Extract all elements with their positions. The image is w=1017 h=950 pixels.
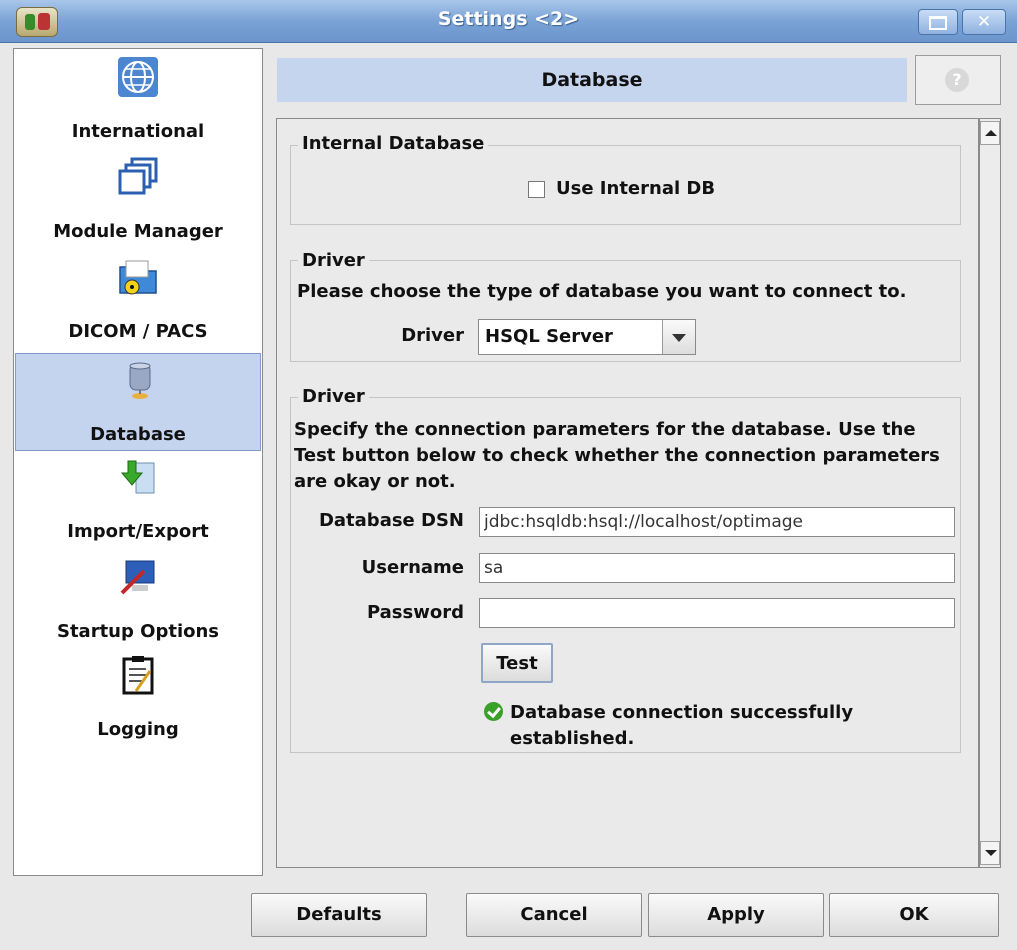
sidebar-item-import-export[interactable]: Import/Export <box>14 451 262 549</box>
import-export-icon <box>120 460 155 494</box>
close-button[interactable]: ✕ <box>962 9 1006 35</box>
sidebar-item-label: Module Manager <box>53 221 223 242</box>
windows-icon <box>118 157 158 195</box>
sidebar-item-label: International <box>71 121 205 142</box>
driver-description: Please choose the type of database you w… <box>297 281 907 302</box>
apply-button[interactable]: Apply <box>648 893 824 937</box>
username-input[interactable] <box>479 553 955 583</box>
sidebar-item-module-manager[interactable]: Module Manager <box>14 151 262 249</box>
sidebar-item-label: Import/Export <box>67 521 209 542</box>
use-internal-db-label: Use Internal DB <box>556 178 716 199</box>
monitor-icon <box>120 560 155 595</box>
driver-label: Driver <box>401 325 464 346</box>
sidebar-item-startup-options[interactable]: Startup Options <box>14 551 262 649</box>
sidebar-item-database[interactable]: Database <box>15 353 261 451</box>
sidebar-item-label: Logging <box>97 719 179 740</box>
check-circle-icon <box>484 702 503 721</box>
page-title: Database <box>277 58 907 102</box>
cancel-button[interactable]: Cancel <box>466 893 642 937</box>
maximize-button[interactable] <box>918 9 958 35</box>
username-label: Username <box>361 557 464 578</box>
driver-select[interactable]: HSQL Server <box>478 319 696 355</box>
database-icon <box>129 362 151 399</box>
close-icon: ✕ <box>976 12 992 32</box>
sidebar-item-logging[interactable]: Logging <box>14 649 262 747</box>
settings-sidebar: International Module Manager DICOM / PAC… <box>13 48 263 876</box>
clipboard-icon <box>122 656 154 695</box>
sidebar-item-dicom-pacs[interactable]: DICOM / PACS <box>14 251 262 349</box>
scroll-down-button[interactable] <box>980 841 1000 865</box>
password-input[interactable] <box>479 598 955 628</box>
test-connection-button[interactable]: Test <box>481 643 553 683</box>
sidebar-item-label: Database <box>90 424 186 445</box>
use-internal-db-checkbox[interactable] <box>528 181 545 198</box>
ok-button[interactable]: OK <box>829 893 999 937</box>
maximize-icon <box>929 16 947 30</box>
password-label: Password <box>366 602 464 623</box>
chevron-down-icon[interactable] <box>662 320 695 354</box>
folder-radiation-icon <box>119 260 157 295</box>
sidebar-item-label: Startup Options <box>56 621 220 642</box>
driver-select-value: HSQL Server <box>485 326 613 347</box>
globe-icon <box>118 57 158 97</box>
title-bar: Settings <2> ✕ <box>0 0 1017 43</box>
internal-db-group-title: Internal Database <box>298 133 489 154</box>
connection-group-title: Driver <box>298 386 369 407</box>
help-icon: ? <box>945 68 969 92</box>
sidebar-item-international[interactable]: International <box>14 51 262 149</box>
defaults-button[interactable]: Defaults <box>251 893 427 937</box>
sidebar-item-label: DICOM / PACS <box>68 321 208 342</box>
vertical-scrollbar[interactable] <box>979 118 1001 868</box>
dsn-label: Database DSN <box>318 510 464 531</box>
connection-status: Database connection successfully establi… <box>510 702 854 749</box>
help-button[interactable]: ? <box>915 55 1001 105</box>
driver-group-title: Driver <box>298 250 369 271</box>
connection-description: Specify the connection parameters for th… <box>294 419 940 492</box>
window-title: Settings <2> <box>437 8 580 30</box>
scroll-up-button[interactable] <box>980 121 1000 145</box>
dsn-input[interactable] <box>479 507 955 537</box>
